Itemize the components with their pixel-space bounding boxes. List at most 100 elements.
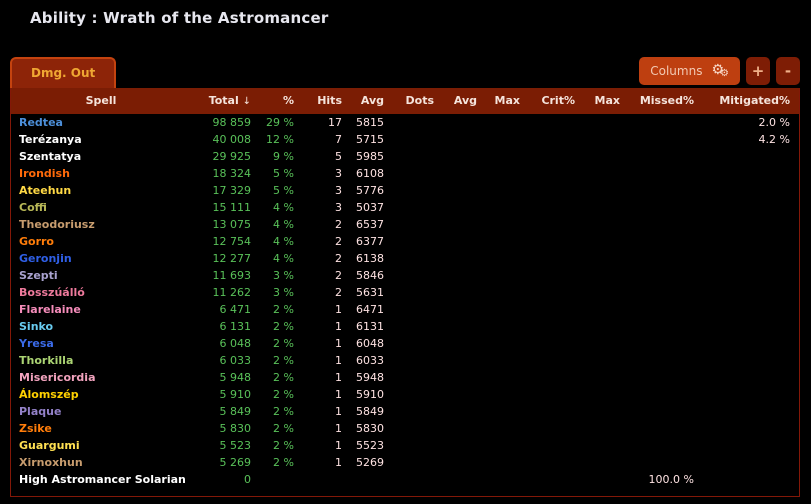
tab-dmg-out[interactable]: Dmg. Out [10, 57, 116, 88]
table-header-row: Spell Total ↓ % Hits Avg Dots Avg Max Cr… [11, 88, 799, 114]
table-row: Sinko 6 131 2 % 1 6131 [11, 318, 799, 335]
player-name-link[interactable]: Szepti [11, 267, 191, 284]
crit-max-value [579, 250, 624, 267]
max-value [481, 335, 524, 352]
dots-value [388, 420, 438, 437]
max-value [481, 318, 524, 335]
mitigated-value [698, 267, 799, 284]
column-header-dots[interactable]: Dots [388, 88, 438, 115]
mitigated-value [698, 301, 799, 318]
dot-avg-value [438, 318, 481, 335]
player-name-link[interactable]: Irondish [11, 165, 191, 182]
crit-max-value [579, 301, 624, 318]
crit-max-value [579, 114, 624, 131]
hits-value: 1 [298, 369, 346, 386]
mitigated-value: 2.0 % [698, 114, 799, 131]
player-name-link[interactable]: Theodoriusz [11, 216, 191, 233]
hits-value: 7 [298, 131, 346, 148]
player-name-link[interactable]: Plaque [11, 403, 191, 420]
crit-max-value [579, 471, 624, 488]
column-header-avg[interactable]: Avg [346, 88, 388, 115]
max-value [481, 199, 524, 216]
player-name-link[interactable]: Gorro [11, 233, 191, 250]
dots-value [388, 454, 438, 471]
player-name-link[interactable]: Flarelaine [11, 301, 191, 318]
crit-max-value [579, 165, 624, 182]
percent-value: 2 % [255, 369, 298, 386]
total-value: 5 849 [191, 403, 255, 420]
total-value: 6 033 [191, 352, 255, 369]
crit-value [524, 216, 579, 233]
add-column-button[interactable]: + [746, 57, 770, 85]
avg-value: 5523 [346, 437, 388, 454]
missed-value [624, 216, 698, 233]
column-header-percent[interactable]: % [255, 88, 298, 115]
percent-value: 2 % [255, 352, 298, 369]
column-header-hits[interactable]: Hits [298, 88, 346, 115]
hits-value [298, 471, 346, 488]
mitigated-value [698, 165, 799, 182]
missed-value [624, 437, 698, 454]
dot-avg-value [438, 454, 481, 471]
crit-value [524, 233, 579, 250]
player-name-link[interactable]: Sinko [11, 318, 191, 335]
avg-value: 6108 [346, 165, 388, 182]
player-name-link[interactable]: Szentatya [11, 148, 191, 165]
column-header-max[interactable]: Max [481, 88, 524, 115]
column-header-crit[interactable]: Crit% [524, 88, 579, 115]
player-name-link[interactable]: Redtea [11, 114, 191, 131]
player-name-link[interactable]: Coffi [11, 199, 191, 216]
column-header-dot-avg[interactable]: Avg [438, 88, 481, 115]
mitigated-value [698, 352, 799, 369]
max-value [481, 437, 524, 454]
crit-max-value [579, 148, 624, 165]
player-name-link[interactable]: Zsike [11, 420, 191, 437]
crit-max-value [579, 352, 624, 369]
crit-max-value [579, 199, 624, 216]
crit-value [524, 165, 579, 182]
remove-column-button[interactable]: - [776, 57, 800, 85]
player-name-link[interactable]: Thorkilla [11, 352, 191, 369]
mitigated-value [698, 148, 799, 165]
dots-value [388, 267, 438, 284]
columns-button[interactable]: Columns ⚙⚙ [639, 57, 740, 85]
player-name-link[interactable]: Xirnoxhun [11, 454, 191, 471]
dot-avg-value [438, 182, 481, 199]
hits-value: 3 [298, 199, 346, 216]
avg-value: 5948 [346, 369, 388, 386]
player-name-link[interactable]: Guargumi [11, 437, 191, 454]
player-name-link[interactable]: Terézanya [11, 131, 191, 148]
player-name-link[interactable]: Ateehun [11, 182, 191, 199]
avg-value: 5631 [346, 284, 388, 301]
crit-max-value [579, 369, 624, 386]
mitigated-value [698, 471, 799, 488]
percent-value: 2 % [255, 318, 298, 335]
crit-max-value [579, 335, 624, 352]
dot-avg-value [438, 250, 481, 267]
player-name-link[interactable]: Yresa [11, 335, 191, 352]
dot-avg-value [438, 369, 481, 386]
dot-avg-value [438, 267, 481, 284]
column-header-mitigated[interactable]: Mitigated% [698, 88, 799, 115]
crit-value [524, 335, 579, 352]
player-name-link[interactable]: Misericordia [11, 369, 191, 386]
column-header-total[interactable]: Total ↓ [191, 88, 255, 115]
dot-avg-value [438, 114, 481, 131]
column-header-missed[interactable]: Missed% [624, 88, 698, 115]
player-name-link[interactable]: Geronjin [11, 250, 191, 267]
player-name-link[interactable]: Bosszúálló [11, 284, 191, 301]
max-value [481, 454, 524, 471]
column-header-spell[interactable]: Spell [11, 88, 191, 115]
dots-value [388, 233, 438, 250]
column-header-crit-max[interactable]: Max [579, 88, 624, 115]
avg-value: 5037 [346, 199, 388, 216]
player-name-link[interactable]: Álomszép [11, 386, 191, 403]
table-row: Bosszúálló 11 262 3 % 2 5631 [11, 284, 799, 301]
mitigated-value [698, 284, 799, 301]
total-value: 12 277 [191, 250, 255, 267]
hits-value: 1 [298, 454, 346, 471]
dot-avg-value [438, 352, 481, 369]
table-row: High Astromancer Solarian 0 100.0 % [11, 471, 799, 488]
dot-avg-value [438, 471, 481, 488]
player-name-link[interactable]: High Astromancer Solarian [11, 471, 191, 488]
